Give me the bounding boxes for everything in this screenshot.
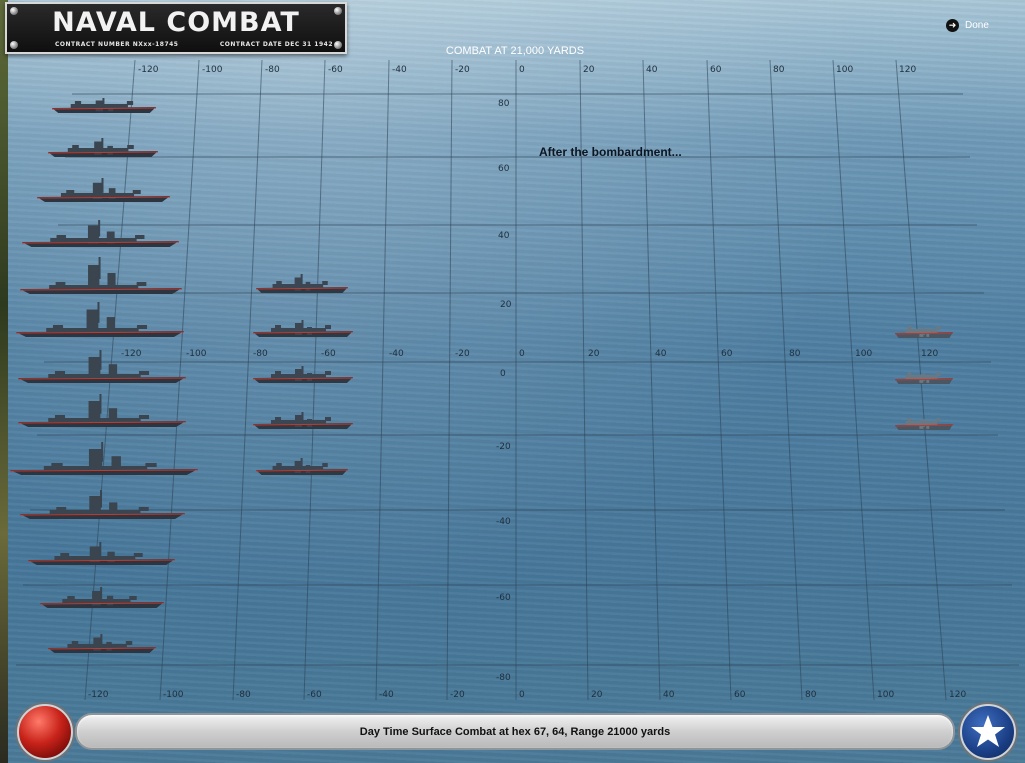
grid-vertical-line [832, 59, 875, 700]
bottom-x-tick-label: -80 [236, 690, 251, 700]
own-warship[interactable] [51, 96, 157, 118]
game-title: NAVAL COMBAT [52, 7, 300, 38]
own-warship[interactable] [9, 440, 199, 480]
y-tick-label: -40 [496, 517, 511, 527]
top-x-tick-label: 120 [899, 65, 916, 75]
contract-info: CONTRACT NUMBER NXxx-18745 CONTRACT DATE… [55, 41, 333, 48]
enemy-destroyer[interactable] [894, 416, 954, 435]
top-x-tick-label: 0 [519, 65, 525, 75]
own-warship[interactable] [47, 136, 159, 162]
grid-vertical-line [375, 59, 390, 700]
mid-x-tick-label: 40 [655, 349, 667, 359]
mid-x-tick-label: -80 [253, 349, 268, 359]
top-x-tick-label: -60 [328, 65, 343, 75]
bottom-x-tick-label: 0 [519, 690, 525, 700]
status-text: Day Time Surface Combat at hex 67, 64, R… [359, 725, 671, 738]
own-destroyer[interactable] [255, 272, 349, 298]
top-x-tick-label: 40 [646, 65, 658, 75]
bottom-x-tick-label: -40 [379, 690, 394, 700]
done-label: Done [965, 20, 989, 31]
top-x-tick-label: -40 [392, 65, 407, 75]
own-destroyer[interactable] [252, 318, 354, 342]
mid-x-tick-label: 100 [855, 349, 872, 359]
top-x-tick-label: -80 [265, 65, 280, 75]
done-button[interactable]: ➜ Done [946, 19, 989, 32]
contract-number-value: NXxx-18745 [132, 41, 179, 48]
own-warship[interactable] [47, 632, 157, 658]
bottom-x-tick-label: 60 [734, 690, 746, 700]
y-tick-label: 0 [500, 369, 506, 379]
contract-number: CONTRACT NUMBER NXxx-18745 [55, 41, 178, 48]
own-destroyer[interactable] [252, 364, 354, 388]
bottom-x-tick-label: -100 [163, 690, 184, 700]
arrow-right-circle-icon: ➜ [946, 19, 959, 32]
top-x-tick-label: -100 [202, 65, 223, 75]
own-warship[interactable] [17, 392, 187, 432]
contract-date-label: CONTRACT DATE [219, 41, 283, 48]
y-tick-label: 60 [498, 164, 510, 174]
mid-x-tick-label: -20 [455, 349, 470, 359]
mid-x-tick-label: -100 [186, 349, 207, 359]
contract-date: CONTRACT DATE DEC 31 1942 [220, 41, 333, 48]
y-tick-label: 40 [498, 231, 510, 241]
own-warship[interactable] [19, 488, 186, 524]
enemy-destroyer[interactable] [894, 324, 954, 343]
own-warship[interactable] [19, 255, 183, 299]
mid-x-tick-label: 120 [921, 349, 938, 359]
mid-x-tick-label: 20 [588, 349, 600, 359]
y-tick-label: 20 [500, 300, 512, 310]
top-x-tick-label: -20 [455, 65, 470, 75]
bottom-x-tick-label: -60 [307, 690, 322, 700]
y-tick-label: -20 [496, 442, 511, 452]
mid-x-tick-label: 0 [519, 349, 525, 359]
grid-vertical-line [706, 59, 732, 700]
y-tick-label: 80 [498, 99, 510, 109]
y-tick-label: -80 [496, 673, 511, 683]
top-x-tick-label: 60 [710, 65, 722, 75]
rivet-icon [334, 41, 342, 49]
contract-number-label: CONTRACT NUMBER [55, 41, 131, 48]
own-warship[interactable] [17, 348, 187, 388]
grid-vertical-line [446, 59, 453, 700]
contract-date-value: DEC 31 1942 [284, 41, 333, 48]
status-bar: Day Time Surface Combat at hex 67, 64, R… [75, 713, 955, 750]
own-warship[interactable] [36, 176, 171, 207]
grid-vertical-line [769, 59, 803, 700]
own-warship[interactable] [27, 540, 176, 570]
rivet-icon [10, 41, 18, 49]
top-x-tick-label: 100 [836, 65, 853, 75]
mid-x-tick-label: 80 [789, 349, 801, 359]
combat-message: After the bombardment... [539, 145, 682, 159]
fire-button[interactable] [17, 704, 73, 760]
title-plate: NAVAL COMBAT CONTRACT NUMBER NXxx-18745 … [5, 2, 347, 54]
bottom-x-tick-label: 80 [805, 690, 817, 700]
top-x-tick-label: 20 [583, 65, 595, 75]
bottom-x-tick-label: -120 [88, 690, 109, 700]
own-warship[interactable] [21, 218, 180, 252]
mid-x-tick-label: -40 [389, 349, 404, 359]
bottom-x-tick-label: 40 [663, 690, 675, 700]
bottom-x-tick-label: 100 [877, 690, 894, 700]
y-tick-label: -60 [496, 593, 511, 603]
combat-range-heading: COMBAT AT 21,000 YARDS [445, 45, 585, 57]
top-x-tick-label: -120 [138, 65, 159, 75]
own-destroyer[interactable] [255, 456, 349, 480]
bottom-x-tick-label: -20 [450, 690, 465, 700]
mid-x-tick-label: 60 [721, 349, 733, 359]
bottom-x-tick-label: 120 [949, 690, 966, 700]
top-x-tick-label: 80 [773, 65, 785, 75]
own-warship[interactable] [39, 585, 165, 613]
star-roundel-button[interactable] [960, 704, 1016, 760]
mid-x-tick-label: -60 [321, 349, 336, 359]
bottom-x-tick-label: 20 [591, 690, 603, 700]
own-destroyer[interactable] [252, 410, 354, 434]
own-warship[interactable] [15, 300, 185, 342]
star-icon [971, 715, 1005, 747]
enemy-destroyer[interactable] [894, 370, 954, 389]
